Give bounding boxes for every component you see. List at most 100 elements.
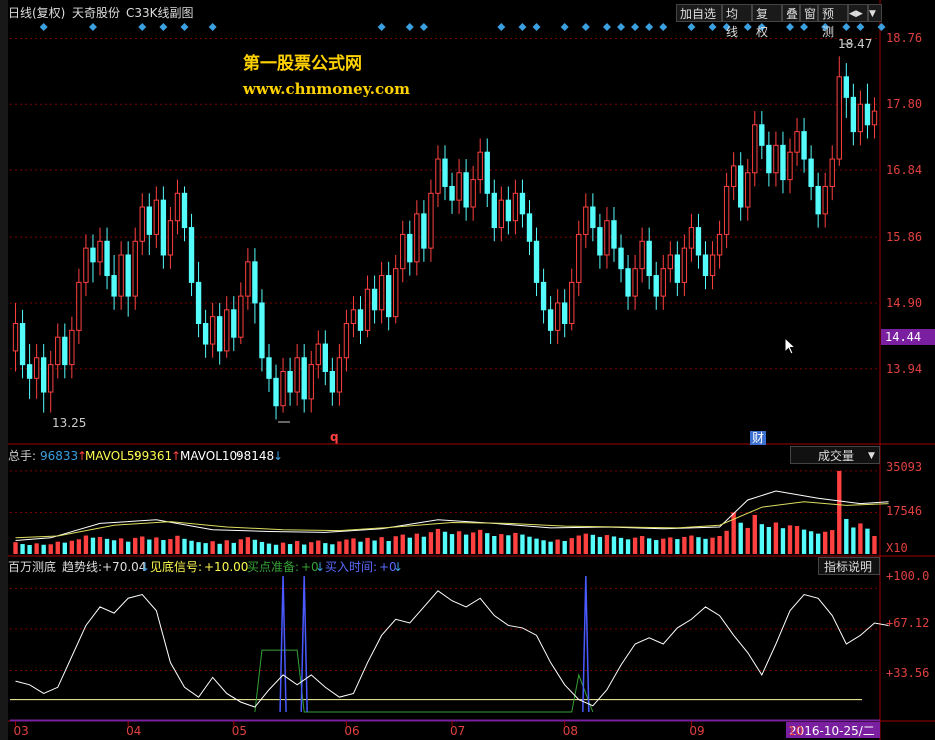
volume-bar xyxy=(400,534,405,554)
candle-body xyxy=(287,370,293,393)
volume-bar xyxy=(147,539,152,554)
volume-bar xyxy=(20,544,25,554)
candle-body xyxy=(836,76,842,160)
candle-body xyxy=(90,247,96,263)
candle-body xyxy=(808,158,814,187)
toolbar-button-6[interactable]: 预测 xyxy=(818,4,848,39)
candle-body xyxy=(139,206,145,242)
volume-bar xyxy=(597,536,603,554)
candle-body xyxy=(533,240,540,283)
volume-bar xyxy=(217,543,222,554)
candle-body xyxy=(498,199,505,229)
toolbar-button-3[interactable]: 复权 xyxy=(752,4,782,39)
volume-bar xyxy=(76,539,82,554)
volume-bar xyxy=(759,524,765,554)
price-tick: 13.94 xyxy=(886,361,923,376)
signal-diamond xyxy=(581,23,590,31)
candle-body xyxy=(766,144,772,174)
candle-body xyxy=(547,309,554,331)
volume-bar xyxy=(309,542,314,554)
volume-bar xyxy=(689,535,694,554)
candle-body xyxy=(562,302,568,325)
volume-bar xyxy=(456,531,462,554)
month-label: 07 xyxy=(450,724,466,738)
candle-body xyxy=(238,295,244,338)
candle-body xyxy=(660,268,666,297)
candle-body xyxy=(646,240,652,277)
candle-body xyxy=(738,165,744,208)
volume-bar xyxy=(97,536,103,554)
chevron-down-icon[interactable]: ▼ xyxy=(868,449,875,463)
toolbar-button-1[interactable]: 加自选 xyxy=(676,4,722,22)
candle-body xyxy=(41,357,47,393)
volume-bar xyxy=(421,536,427,554)
ind-trend-arrow: ↓ xyxy=(140,560,151,574)
buy-time-spike xyxy=(300,575,308,713)
finance-marker[interactable]: 财 xyxy=(750,431,767,445)
candle-body xyxy=(540,281,547,311)
signal-diamond xyxy=(617,23,626,31)
volume-bar xyxy=(90,537,96,554)
high-annotation: 18.47 xyxy=(838,37,873,51)
volume-bar xyxy=(48,544,53,554)
volume-bar xyxy=(118,538,124,554)
volume-bar xyxy=(414,533,420,554)
month-label: 04 xyxy=(126,724,142,738)
toolbar-button-5[interactable]: 窗 xyxy=(800,4,818,22)
candle-body xyxy=(55,336,61,366)
buy-time-spike xyxy=(279,575,287,713)
candle-body xyxy=(576,233,582,283)
volume-bar xyxy=(801,529,807,554)
volume-bar xyxy=(470,532,476,554)
candle-body xyxy=(195,281,202,325)
left-sidebar xyxy=(0,0,8,740)
volume-bar xyxy=(449,534,455,554)
candle-body xyxy=(414,213,420,263)
candle-body xyxy=(759,124,765,146)
candle-body xyxy=(794,131,800,153)
month-label: 06 xyxy=(344,724,360,738)
candle-body xyxy=(125,254,131,297)
volume-bar xyxy=(752,514,757,554)
volume-bar xyxy=(773,522,779,554)
nav-arrows-button[interactable]: ◀▶ xyxy=(848,4,868,22)
candle-body xyxy=(780,144,786,181)
volume-bar xyxy=(717,536,722,554)
signal-diamond xyxy=(842,23,851,31)
ma10-label: MAVOL10: xyxy=(180,449,242,463)
volume-bar xyxy=(646,538,652,554)
buy-time-spike xyxy=(582,575,590,713)
candle-body xyxy=(470,179,476,208)
candle-body xyxy=(280,370,286,407)
month-label: 03 xyxy=(13,724,29,738)
volume-bar xyxy=(513,532,518,554)
ind-signal-label: 见底信号: xyxy=(150,560,203,574)
candle-body xyxy=(864,103,871,126)
volume-bar xyxy=(393,536,398,554)
volume-bar xyxy=(794,526,800,554)
ma10-value: 98148 xyxy=(236,449,275,463)
candle-body xyxy=(843,76,849,98)
month-label: 10 xyxy=(787,724,804,738)
toolbar-button-4[interactable]: 叠 xyxy=(782,4,800,22)
candle-body xyxy=(315,343,321,366)
candle-body xyxy=(674,254,681,283)
volume-bar xyxy=(238,539,244,554)
mode-label: 日线(复权) xyxy=(8,6,66,20)
signal-diamond xyxy=(877,23,886,31)
volume-bar xyxy=(710,537,715,554)
volume-bar xyxy=(182,538,187,554)
toolbar-button-2[interactable]: 均线 xyxy=(722,4,752,39)
dropdown-caret-button[interactable]: ▼ xyxy=(868,4,882,22)
candle-body xyxy=(611,220,617,249)
candle-body xyxy=(209,316,216,345)
indicator-name: C33K线副图 xyxy=(126,6,194,20)
vol-unit: X10 xyxy=(886,541,908,555)
candle-body xyxy=(245,261,251,297)
candle-body xyxy=(491,192,497,229)
candle-body xyxy=(259,302,265,359)
volume-bar xyxy=(358,541,363,554)
indicator-dropdown-label: 成交量 xyxy=(818,449,855,463)
chart-stage: 日线(复权) 天奇股份 C33K线副图 ◀▶ ▼ 第一股票公式网 www.chn… xyxy=(0,0,935,740)
volume-bar xyxy=(252,539,258,554)
